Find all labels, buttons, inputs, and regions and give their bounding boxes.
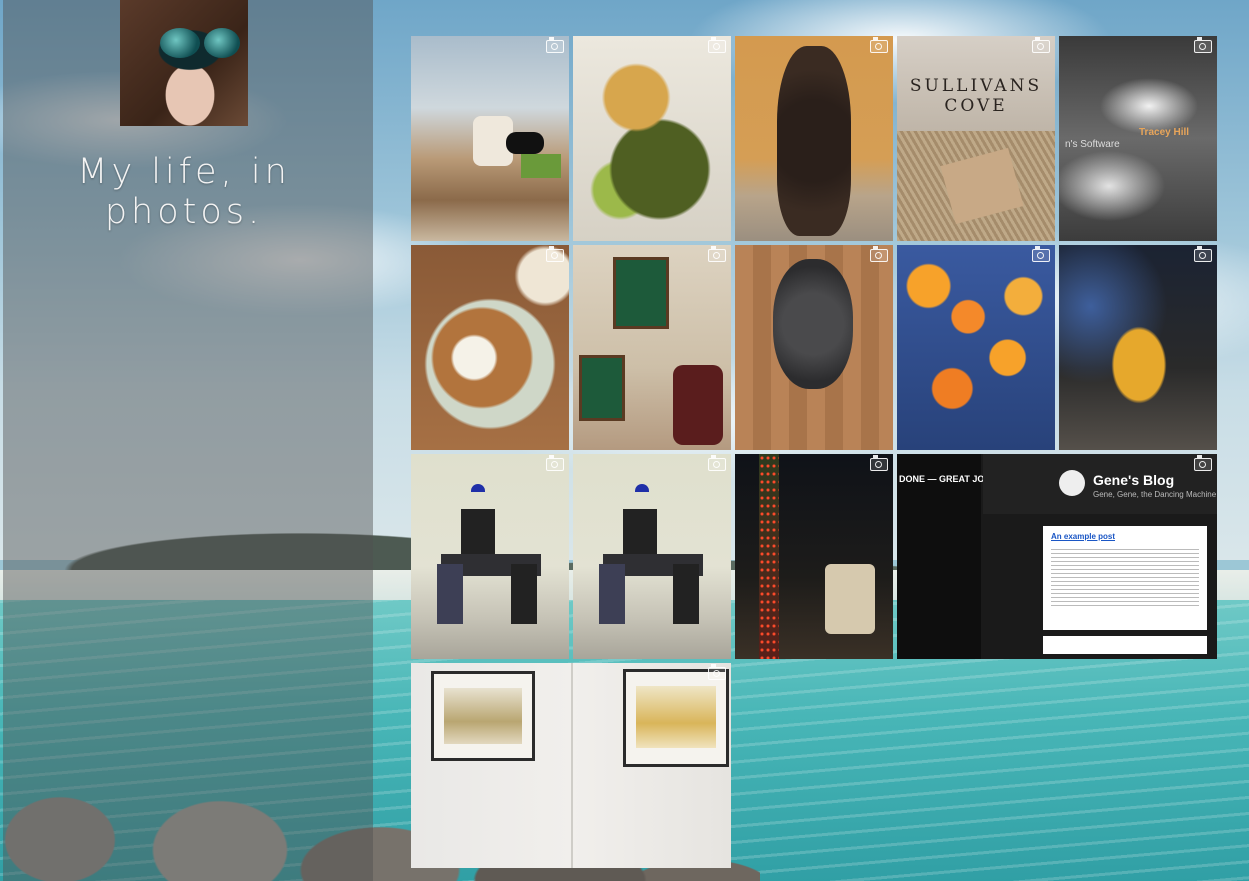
blog-left-banner: DONE — GREAT JOB! bbox=[899, 474, 994, 484]
photo-tile-pancake-bananas[interactable] bbox=[411, 245, 569, 450]
camera-icon bbox=[546, 455, 564, 471]
camera-icon bbox=[708, 246, 726, 262]
photo-tile-christmas-tree[interactable] bbox=[735, 454, 893, 659]
cat bbox=[506, 132, 544, 154]
photo-tile-sullivans-cove-box[interactable]: SULLIVANS COVE bbox=[897, 36, 1055, 241]
camera-icon bbox=[1194, 246, 1212, 262]
camera-icon bbox=[546, 246, 564, 262]
camera-icon bbox=[708, 37, 726, 53]
blog-left-panel bbox=[897, 454, 981, 659]
painting-frame bbox=[431, 671, 535, 761]
overlay-text: Tracey Hill bbox=[1139, 127, 1190, 138]
grass-pot bbox=[521, 154, 561, 178]
site-title[interactable]: My life, in photos. bbox=[3, 152, 365, 232]
poodle bbox=[773, 259, 853, 389]
camera-icon bbox=[870, 455, 888, 471]
certificate-frame bbox=[579, 355, 625, 421]
camera-icon bbox=[870, 37, 888, 53]
photo-tile-whisky-glass[interactable] bbox=[1059, 245, 1217, 450]
person bbox=[623, 509, 657, 559]
painting bbox=[636, 686, 716, 748]
pendant-lamp bbox=[635, 484, 649, 492]
box-card bbox=[940, 147, 1024, 225]
photo-tile-curly-dog-statue[interactable] bbox=[735, 36, 893, 241]
wall-seam bbox=[571, 663, 573, 868]
photo-tile-clouds-quote[interactable]: Tracey Hill n's Software bbox=[1059, 36, 1217, 241]
christmas-tree bbox=[759, 454, 779, 659]
office-chair bbox=[673, 365, 723, 445]
photo-tile-grey-poodle[interactable] bbox=[735, 245, 893, 450]
chair bbox=[599, 564, 625, 624]
blog-title: Gene's Blog bbox=[1093, 472, 1175, 488]
sidebar: My life, in photos. bbox=[3, 0, 373, 881]
blog-logo bbox=[1059, 470, 1085, 496]
photo-tile-genes-blog[interactable]: DONE — GREAT JOB! Gene's Blog Gene, Gene… bbox=[897, 454, 1217, 659]
photo-tile-dining-room-2[interactable] bbox=[573, 454, 731, 659]
chair bbox=[511, 564, 537, 624]
certificate-frame bbox=[613, 257, 669, 329]
cove-text: COVE bbox=[944, 96, 1008, 116]
avatar[interactable] bbox=[120, 0, 248, 126]
photo-tile-office-certificates[interactable] bbox=[573, 245, 731, 450]
blog-comment bbox=[1043, 636, 1207, 654]
camera-icon bbox=[708, 455, 726, 471]
camera-icon bbox=[1032, 246, 1050, 262]
photo-tile-roast-potatoes-salad[interactable] bbox=[573, 36, 731, 241]
blog-post-body bbox=[1051, 546, 1199, 606]
person bbox=[461, 509, 495, 559]
camera-icon bbox=[1194, 37, 1212, 53]
painting-frame bbox=[623, 669, 729, 767]
camera-icon bbox=[1032, 37, 1050, 53]
camera-icon bbox=[870, 246, 888, 262]
chair bbox=[437, 564, 463, 624]
dog-sculpture bbox=[777, 46, 851, 236]
camera-icon bbox=[546, 37, 564, 53]
painting bbox=[444, 688, 522, 744]
pendant-lamp bbox=[471, 484, 485, 492]
photo-tile-paintings-wall[interactable] bbox=[411, 663, 731, 868]
armchair bbox=[825, 564, 875, 634]
photo-tile-dining-room-1[interactable] bbox=[411, 454, 569, 659]
blog-post-title: An example post bbox=[1051, 532, 1116, 541]
chair bbox=[673, 564, 699, 624]
blog-subtitle: Gene, Gene, the Dancing Machine bbox=[1093, 490, 1217, 499]
photo-tile-sunroom-chair[interactable] bbox=[411, 36, 569, 241]
sunglasses-lens bbox=[160, 28, 200, 58]
sunglasses-lens bbox=[204, 28, 240, 58]
photo-tile-apricots-bowl[interactable] bbox=[897, 245, 1055, 450]
photo-grid: SULLIVANS COVE Tracey Hill n's Software bbox=[411, 36, 1217, 868]
overlay-text-2: n's Software bbox=[1065, 139, 1120, 150]
camera-icon bbox=[708, 664, 726, 680]
sullivans-text: SULLIVANS bbox=[909, 76, 1043, 96]
camera-icon bbox=[1194, 455, 1212, 471]
